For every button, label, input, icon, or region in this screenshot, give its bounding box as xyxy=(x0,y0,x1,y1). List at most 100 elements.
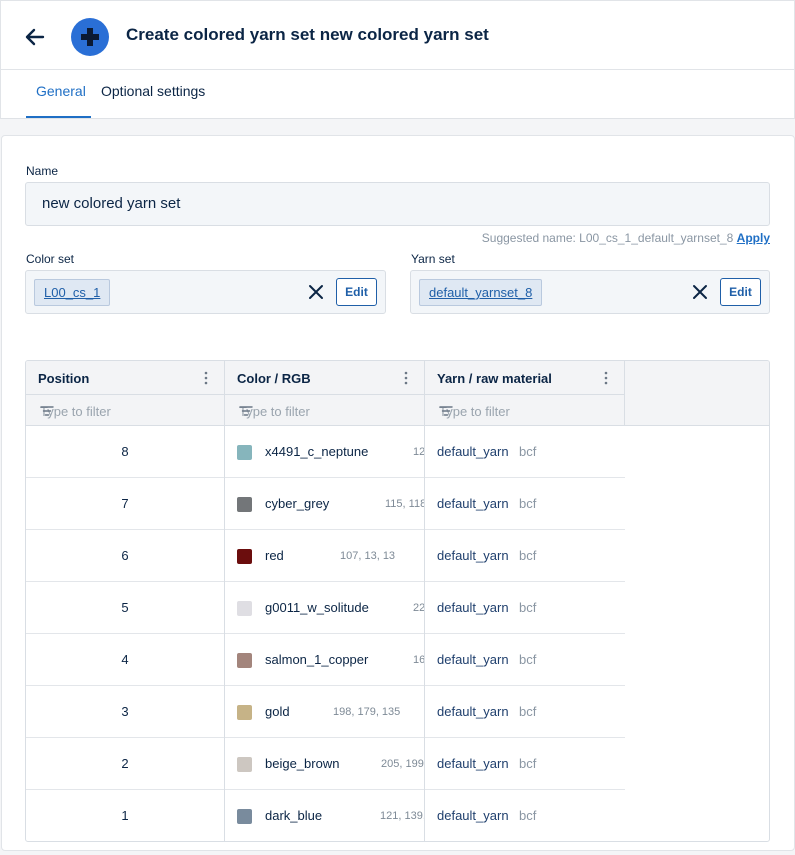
color-name: x4491_c_neptune xyxy=(265,444,369,459)
raw-material: bcf xyxy=(519,808,537,823)
table-row[interactable]: 7 cyber_grey 115, 118, 121 default_yarn bcf xyxy=(26,478,625,530)
yarn-name: default_yarn xyxy=(437,652,509,667)
column-header-position: Position Type to filter xyxy=(26,361,225,426)
column-title: Color / RGB xyxy=(237,371,311,386)
color-swatch xyxy=(237,705,252,720)
color-swatch xyxy=(237,653,252,668)
table-row[interactable]: 1 dark_blue 121, 139, 157 default_yarn bcf xyxy=(26,790,625,841)
name-input[interactable]: new colored yarn set xyxy=(25,182,770,226)
edit-color-set-button[interactable]: Edit xyxy=(336,278,377,306)
column-menu-icon[interactable] xyxy=(400,370,412,386)
color-rgb: 107, 13, 13 xyxy=(340,550,396,562)
yarn-set-chip[interactable]: default_yarnset_8 xyxy=(419,279,543,306)
color-name: cyber_grey xyxy=(265,496,330,511)
yarn-name: default_yarn xyxy=(437,600,509,615)
yarn-name: default_yarn xyxy=(437,756,509,771)
yarn-name: default_yarn xyxy=(437,808,509,823)
column-header-yarn: Yarn / raw material Type to filter xyxy=(425,361,625,426)
column-filter[interactable]: Type to filter xyxy=(225,394,424,426)
yarn-cell: default_yarn bcf xyxy=(425,478,625,530)
position-cell: 2 xyxy=(26,738,225,790)
tab-general[interactable]: General xyxy=(36,83,86,99)
yarn-set-label: Yarn set xyxy=(411,252,455,266)
color-swatch xyxy=(237,809,252,824)
color-set-chip[interactable]: L00_cs_1 xyxy=(34,279,111,306)
yarn-name: default_yarn xyxy=(437,548,509,563)
suggested-name: Suggested name: L00_cs_1_default_yarnset… xyxy=(482,231,770,245)
color-rgb: 115, 118, 121 xyxy=(385,498,424,510)
position-cell: 6 xyxy=(26,530,225,582)
apply-suggestion-link[interactable]: Apply xyxy=(737,231,770,245)
position-cell: 4 xyxy=(26,634,225,686)
table-row[interactable]: 2 beige_brown 205, 199, 1 default_yarn bcf xyxy=(26,738,625,790)
column-filter[interactable]: Type to filter xyxy=(425,394,624,426)
raw-material: bcf xyxy=(519,652,537,667)
color-cell: beige_brown 205, 199, 1 xyxy=(225,738,425,790)
yarn-cell: default_yarn bcf xyxy=(425,582,625,634)
yarn-cell: default_yarn bcf xyxy=(425,686,625,738)
yarn-cell: default_yarn bcf xyxy=(425,634,625,686)
color-rgb: 205, 199, 1 xyxy=(381,758,425,770)
table-row[interactable]: 4 salmon_1_copper 163, 1 default_yarn bcf xyxy=(26,634,625,686)
raw-material: bcf xyxy=(519,756,537,771)
color-name: red xyxy=(265,548,284,563)
filter-icon[interactable] xyxy=(439,405,453,417)
color-cell: cyber_grey 115, 118, 121 xyxy=(225,478,425,530)
position-cell: 7 xyxy=(26,478,225,530)
color-rgb: 121, 139, 157 xyxy=(380,810,425,822)
color-swatch xyxy=(237,497,252,512)
raw-material: bcf xyxy=(519,444,537,459)
colored-yarn-grid: Position Type to filter Color / RGB Type… xyxy=(25,360,770,842)
page-title-prefix: Create colored yarn set xyxy=(126,25,315,44)
position-cell: 8 xyxy=(26,426,225,478)
yarn-name: default_yarn xyxy=(437,496,509,511)
color-cell: g0011_w_solitude 223, 2 xyxy=(225,582,425,634)
yarn-cell: default_yarn bcf xyxy=(425,790,625,841)
active-tab-indicator xyxy=(26,116,91,118)
color-cell: gold 198, 179, 135 xyxy=(225,686,425,738)
column-filter[interactable]: Type to filter xyxy=(26,394,224,426)
yarn-cell: default_yarn bcf xyxy=(425,426,625,478)
yarn-set-picker: default_yarnset_8 Edit xyxy=(410,270,770,314)
table-row[interactable]: 3 gold 198, 179, 135 default_yarn bcf xyxy=(26,686,625,738)
raw-material: bcf xyxy=(519,548,537,563)
color-swatch xyxy=(237,757,252,772)
color-swatch xyxy=(237,549,252,564)
yarn-cell: default_yarn bcf xyxy=(425,530,625,582)
table-row[interactable]: 6 red 107, 13, 13 default_yarn bcf xyxy=(26,530,625,582)
clear-yarn-set-icon[interactable] xyxy=(691,283,709,301)
grid-header: Position Type to filter Color / RGB Type… xyxy=(26,361,769,426)
color-rgb: 127, 1 xyxy=(413,446,425,458)
clear-color-set-icon[interactable] xyxy=(307,283,325,301)
color-rgb: 223, 2 xyxy=(413,602,425,614)
raw-material: bcf xyxy=(519,600,537,615)
color-cell: dark_blue 121, 139, 157 xyxy=(225,790,425,841)
color-cell: x4491_c_neptune 127, 1 xyxy=(225,426,425,478)
table-row[interactable]: 5 g0011_w_solitude 223, 2 default_yarn bcf xyxy=(26,582,625,634)
column-header-color: Color / RGB Type to filter xyxy=(225,361,425,426)
position-cell: 5 xyxy=(26,582,225,634)
color-swatch xyxy=(237,445,252,460)
column-title: Position xyxy=(38,371,90,386)
tab-bar: General Optional settings xyxy=(0,70,795,119)
color-cell: salmon_1_copper 163, 1 xyxy=(225,634,425,686)
color-name: beige_brown xyxy=(265,756,340,771)
yarn-name: default_yarn xyxy=(437,444,509,459)
app-logo-icon xyxy=(71,18,109,56)
filter-icon[interactable] xyxy=(239,405,253,417)
color-cell: red 107, 13, 13 xyxy=(225,530,425,582)
color-set-picker: L00_cs_1 Edit xyxy=(25,270,386,314)
color-rgb: 163, 1 xyxy=(413,654,425,666)
suggested-name-text: Suggested name: L00_cs_1_default_yarnset… xyxy=(481,231,734,245)
back-arrow-icon[interactable] xyxy=(23,25,47,49)
name-label: Name xyxy=(26,164,59,178)
column-menu-icon[interactable] xyxy=(600,370,612,386)
edit-yarn-set-button[interactable]: Edit xyxy=(720,278,761,306)
color-name: g0011_w_solitude xyxy=(265,600,369,615)
filter-icon[interactable] xyxy=(40,405,54,417)
column-menu-icon[interactable] xyxy=(200,370,212,386)
tab-optional-settings[interactable]: Optional settings xyxy=(101,83,205,99)
color-name: salmon_1_copper xyxy=(265,652,369,667)
column-title: Yarn / raw material xyxy=(437,371,552,386)
table-row[interactable]: 8 x4491_c_neptune 127, 1 default_yarn bcf xyxy=(26,426,625,478)
